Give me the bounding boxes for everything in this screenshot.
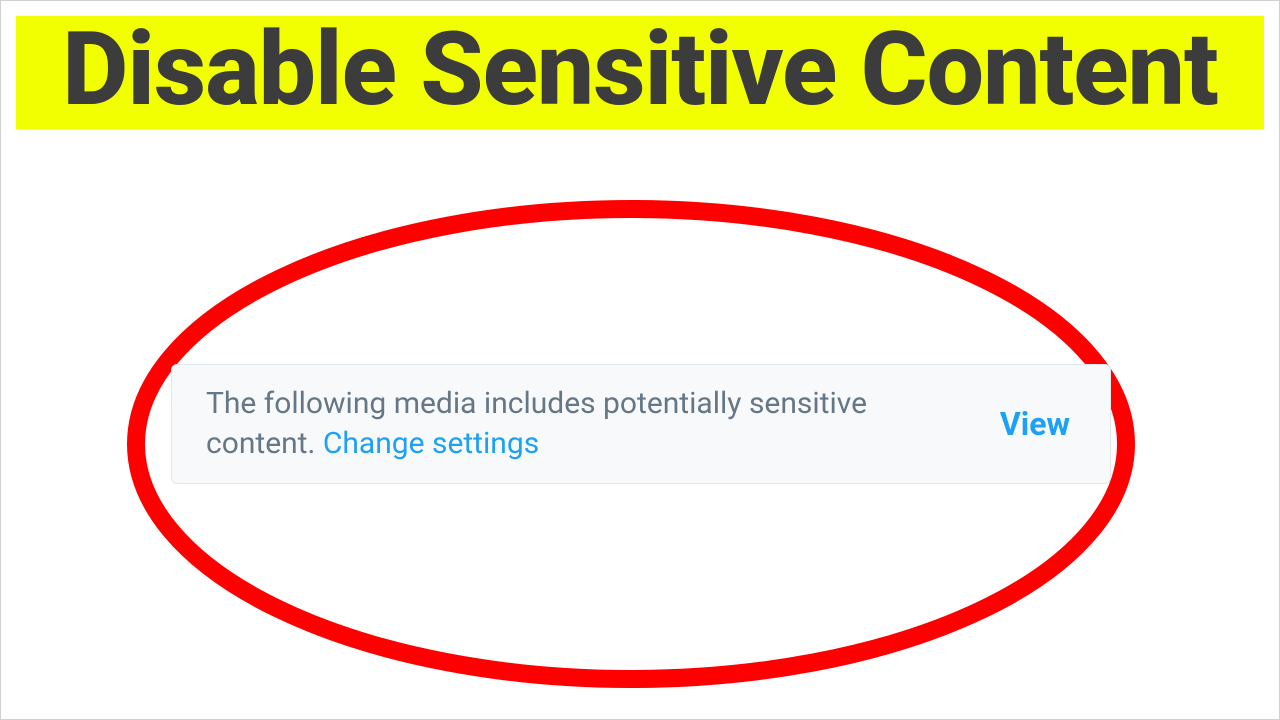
- change-settings-link[interactable]: Change settings: [323, 426, 539, 461]
- sensitive-content-warning: The following media includes potentially…: [171, 364, 1111, 484]
- title-text: Disable Sensitive Content: [26, 16, 1254, 123]
- warning-message: The following media includes potentially…: [206, 384, 926, 465]
- view-button[interactable]: View: [1000, 405, 1070, 443]
- title-banner: Disable Sensitive Content: [16, 16, 1264, 129]
- content-stage: The following media includes potentially…: [1, 129, 1279, 709]
